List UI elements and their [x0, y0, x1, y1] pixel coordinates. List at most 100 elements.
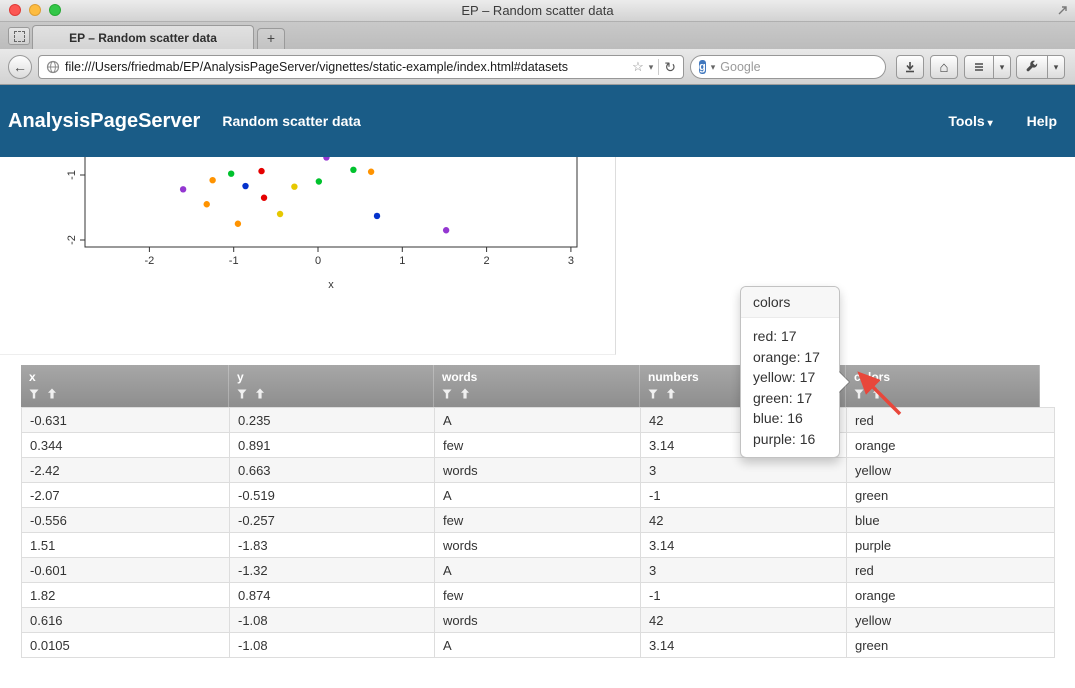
- filter-icon[interactable]: [237, 389, 247, 399]
- filter-icon[interactable]: [648, 389, 658, 399]
- table-cell: 0.0105: [22, 633, 230, 658]
- table-cell: 0.891: [230, 433, 435, 458]
- column-header-x[interactable]: x: [21, 365, 229, 407]
- new-tab-button[interactable]: +: [257, 28, 285, 49]
- table-cell: words: [435, 533, 641, 558]
- home-button[interactable]: ⌂: [930, 55, 958, 79]
- table-cell: -0.556: [22, 508, 230, 533]
- sort-icon[interactable]: [666, 388, 676, 399]
- url-bar[interactable]: ☆ ▾ ↻: [38, 55, 684, 79]
- browser-toolbar: ← ☆ ▾ ↻ g ▾: [0, 49, 1075, 85]
- scatter-point: [316, 178, 322, 184]
- table-cell: -1.32: [230, 558, 435, 583]
- table-cell: -0.601: [22, 558, 230, 583]
- column-header-y[interactable]: y: [229, 365, 434, 407]
- tab-groups-button[interactable]: [8, 27, 30, 45]
- column-label: x: [29, 370, 220, 384]
- bookmarks-button[interactable]: [964, 55, 994, 79]
- table-row: -2.07-0.519A-1green: [22, 483, 1055, 508]
- search-input[interactable]: [720, 60, 881, 74]
- table-cell: -2.07: [22, 483, 230, 508]
- scatter-point: [228, 171, 234, 177]
- scatter-point: [350, 167, 356, 173]
- popover-line: green: 17: [753, 388, 827, 409]
- x-tick-label: 3: [568, 255, 574, 267]
- url-input[interactable]: [65, 60, 627, 74]
- table-cell: 3.14: [641, 633, 847, 658]
- table-cell: A: [435, 408, 641, 433]
- table-cell: -1: [641, 583, 847, 608]
- table-cell: -0.631: [22, 408, 230, 433]
- column-label: y: [237, 370, 425, 384]
- scatter-point: [258, 168, 264, 174]
- table-cell: yellow: [847, 458, 1055, 483]
- nav-tools-label: Tools: [948, 113, 984, 129]
- home-icon: ⌂: [939, 59, 948, 76]
- header-icons: [29, 388, 220, 399]
- x-tick-label: -1: [229, 255, 239, 267]
- downloads-button[interactable]: [896, 55, 924, 79]
- nav-help[interactable]: Help: [1027, 113, 1057, 129]
- table-cell: few: [435, 583, 641, 608]
- globe-icon: [46, 60, 60, 74]
- bookmarks-list-icon: [973, 61, 985, 73]
- sort-icon[interactable]: [47, 388, 57, 399]
- google-logo-icon: g: [699, 60, 706, 74]
- nav-tools-dropdown[interactable]: Tools▾: [948, 113, 992, 129]
- table-cell: A: [435, 633, 641, 658]
- popover-line: yellow: 17: [753, 367, 827, 388]
- url-bar-divider: [658, 59, 659, 75]
- x-tick-label: 2: [484, 255, 490, 267]
- table-row: 0.616-1.08words42yellow: [22, 608, 1055, 633]
- search-engine-caret-icon[interactable]: ▾: [711, 62, 716, 73]
- table-cell: -0.257: [230, 508, 435, 533]
- filter-icon[interactable]: [29, 389, 39, 399]
- scatter-point: [261, 195, 267, 201]
- x-tick-label: 1: [399, 255, 405, 267]
- scatter-point: [277, 211, 283, 217]
- table-cell: 0.663: [230, 458, 435, 483]
- table-cell: -0.519: [230, 483, 435, 508]
- sort-icon[interactable]: [255, 388, 265, 399]
- back-icon: ←: [13, 59, 27, 75]
- scatter-point: [204, 201, 210, 207]
- nav-item-page[interactable]: Random scatter data: [222, 113, 360, 129]
- search-box[interactable]: g ▾: [690, 55, 886, 79]
- popover-title: colors: [741, 287, 839, 318]
- bookmarks-dropdown-button[interactable]: ▾: [993, 55, 1011, 79]
- caret-down-icon: ▾: [1054, 62, 1059, 73]
- bookmark-star-icon[interactable]: ☆: [632, 59, 644, 75]
- browser-tab[interactable]: EP – Random scatter data: [32, 25, 254, 49]
- x-tick-label: -2: [145, 255, 155, 267]
- table-cell: green: [847, 633, 1055, 658]
- scatter-point: [368, 169, 374, 175]
- browser-tools-dropdown-button[interactable]: ▾: [1047, 55, 1065, 79]
- brand[interactable]: AnalysisPageServer: [8, 110, 200, 133]
- table-cell: 0.235: [230, 408, 435, 433]
- plot-panel: -2-10123-1-2x: [0, 157, 616, 355]
- filter-icon[interactable]: [442, 389, 452, 399]
- header-icons: [237, 388, 425, 399]
- x-tick-label: 0: [315, 255, 321, 267]
- window-title: EP – Random scatter data: [0, 3, 1075, 18]
- browser-window: EP – Random scatter data EP – Random sca…: [0, 0, 1075, 688]
- browser-tools-button[interactable]: [1016, 55, 1048, 79]
- url-dropdown-caret-icon[interactable]: ▾: [649, 62, 654, 73]
- table-cell: 3: [641, 558, 847, 583]
- scatter-point: [235, 221, 241, 227]
- sort-icon[interactable]: [460, 388, 470, 399]
- colors-popover: colors red: 17orange: 17yellow: 17green:…: [740, 286, 840, 458]
- scatter-point: [180, 186, 186, 192]
- table-cell: red: [847, 558, 1055, 583]
- table-cell: 0.344: [22, 433, 230, 458]
- window-resize-icon[interactable]: [1056, 4, 1069, 17]
- column-header-words[interactable]: words: [434, 365, 640, 407]
- back-button[interactable]: ←: [8, 55, 32, 79]
- table-row: -2.420.663words3yellow: [22, 458, 1055, 483]
- table-row: 0.0105-1.08A3.14green: [22, 633, 1055, 658]
- annotation-arrow: [848, 370, 912, 422]
- table-cell: 42: [641, 508, 847, 533]
- table-cell: -1: [641, 483, 847, 508]
- page-content: AnalysisPageServer Random scatter data T…: [0, 85, 1075, 688]
- reload-icon[interactable]: ↻: [664, 59, 676, 76]
